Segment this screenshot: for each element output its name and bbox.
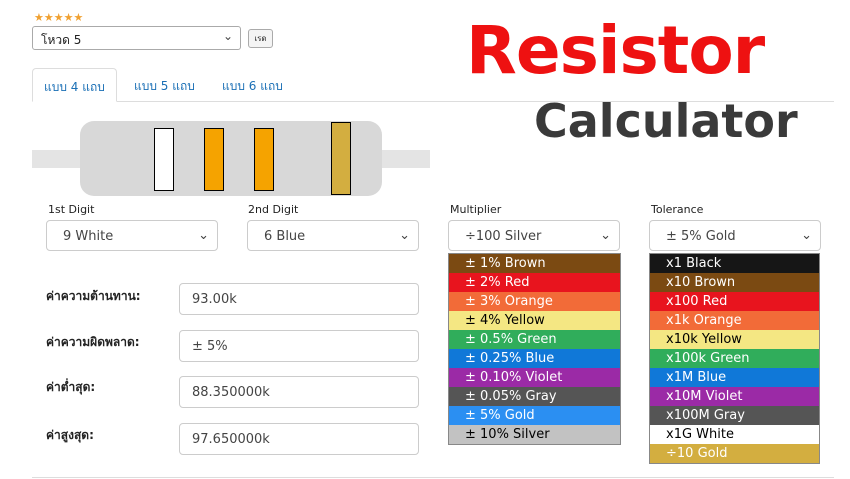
second-digit-select[interactable]: 6 Blue ⌄ xyxy=(247,220,419,251)
dropdown-option[interactable]: ± 10% Silver xyxy=(449,425,620,444)
dropdown-option[interactable]: ± 1% Brown xyxy=(449,254,620,273)
dropdown-option[interactable]: x100M Gray xyxy=(650,406,819,425)
dropdown-option[interactable]: x1G White xyxy=(650,425,819,444)
dropdown-option[interactable]: ± 0.05% Gray xyxy=(449,387,620,406)
resistor-band-2 xyxy=(204,128,224,191)
dropdown-option[interactable]: x1 Black xyxy=(650,254,819,273)
multiplier-value: ÷100 Silver xyxy=(465,229,542,244)
chevron-down-icon: ⌄ xyxy=(222,29,233,43)
chevron-down-icon: ⌄ xyxy=(399,228,410,243)
min-output: 88.350000k xyxy=(179,376,419,408)
first-digit-value: 9 White xyxy=(63,229,114,244)
chevron-down-icon: ⌄ xyxy=(198,228,209,243)
dropdown-option[interactable]: ± 3% Orange xyxy=(449,292,620,311)
dropdown-option[interactable]: ± 2% Red xyxy=(449,273,620,292)
dropdown-option[interactable]: ± 0.10% Violet xyxy=(449,368,620,387)
mode-select-value: โหวด 5 xyxy=(41,33,82,47)
band-tabs: แบบ 4 แถบ แบบ 5 แถบ แบบ 6 แถบ xyxy=(32,68,834,102)
divider xyxy=(32,477,834,478)
dropdown-option[interactable]: x10 Brown xyxy=(650,273,819,292)
dropdown-option[interactable]: ± 0.25% Blue xyxy=(449,349,620,368)
resistance-output: 93.00k xyxy=(179,283,419,315)
chevron-down-icon: ⌄ xyxy=(801,228,812,243)
dropdown-option[interactable]: x100k Green xyxy=(650,349,819,368)
min-label: ค่าต่ำสุด: xyxy=(46,380,96,394)
dropdown-option[interactable]: ± 0.5% Green xyxy=(449,330,620,349)
resistor-band-4 xyxy=(331,122,351,195)
multiplier-dropdown-list: ± 1% Brown ± 2% Red ± 3% Orange ± 4% Yellow… xyxy=(448,253,621,445)
dropdown-option[interactable]: ± 4% Yellow xyxy=(449,311,620,330)
go-button[interactable]: เรด xyxy=(248,29,273,48)
dropdown-option[interactable]: x100 Red xyxy=(650,292,819,311)
tolerance-value: ± 5% Gold xyxy=(666,229,736,244)
first-digit-select[interactable]: 9 White ⌄ xyxy=(46,220,218,251)
mode-select[interactable]: โหวด 5 ⌄ xyxy=(32,26,241,50)
dropdown-option[interactable]: x10M Violet xyxy=(650,387,819,406)
tolerance-select[interactable]: ± 5% Gold ⌄ xyxy=(649,220,821,251)
first-digit-label: 1st Digit xyxy=(48,203,95,216)
dropdown-option[interactable]: ÷10 Gold xyxy=(650,444,819,463)
multiplier-label: Multiplier xyxy=(450,203,502,216)
dropdown-option[interactable]: x1M Blue xyxy=(650,368,819,387)
error-output: ± 5% xyxy=(179,330,419,362)
page-subtitle: Calculator xyxy=(534,94,798,148)
dropdown-option[interactable]: x1k Orange xyxy=(650,311,819,330)
tab-6-band[interactable]: แบบ 6 แถบ xyxy=(211,68,294,102)
second-digit-value: 6 Blue xyxy=(264,229,306,244)
chevron-down-icon: ⌄ xyxy=(600,228,611,243)
error-label: ค่าความผิดพลาด: xyxy=(46,335,140,349)
second-digit-label: 2nd Digit xyxy=(248,203,299,216)
multiplier-select[interactable]: ÷100 Silver ⌄ xyxy=(448,220,620,251)
resistor-band-1 xyxy=(154,128,174,191)
max-output: 97.650000k xyxy=(179,423,419,455)
dropdown-option[interactable]: ± 5% Gold xyxy=(449,406,620,425)
max-label: ค่าสูงสุด: xyxy=(46,428,94,442)
tolerance-dropdown-list: x1 Black x10 Brown x100 Red x1k Orange x10k … xyxy=(649,253,820,464)
rating-stars: ★★★★★ xyxy=(34,11,84,24)
resistor-band-3 xyxy=(254,128,274,191)
tolerance-label: Tolerance xyxy=(651,203,704,216)
tab-4-band[interactable]: แบบ 4 แถบ xyxy=(32,68,117,102)
resistance-label: ค่าความต้านทาน: xyxy=(46,289,141,303)
dropdown-option[interactable]: x10k Yellow xyxy=(650,330,819,349)
tab-5-band[interactable]: แบบ 5 แถบ xyxy=(123,68,206,102)
